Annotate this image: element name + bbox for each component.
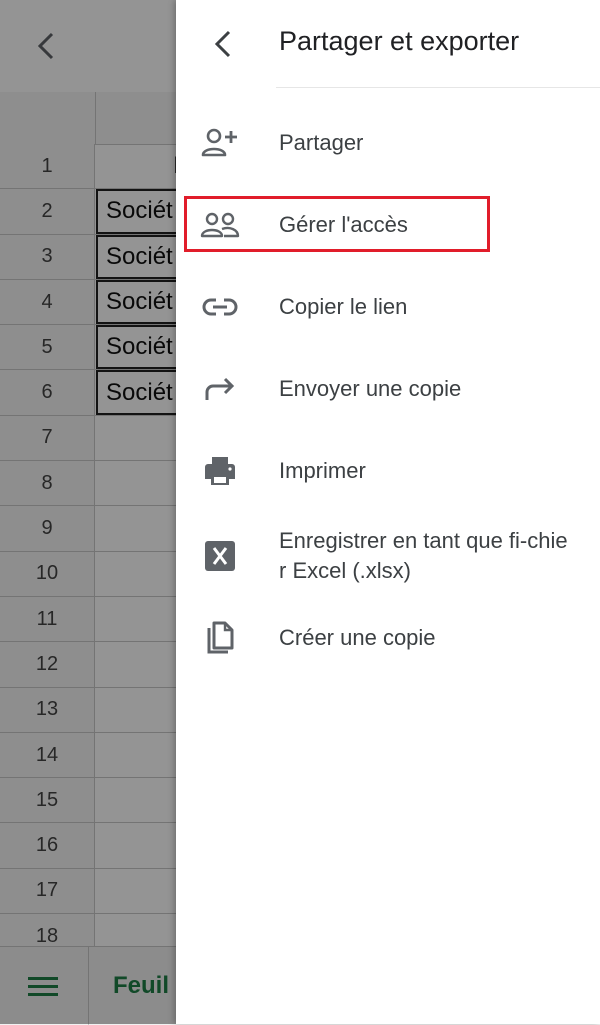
menu-item-copy-link[interactable]: Copier le lien xyxy=(176,275,600,339)
menu-item-save-excel[interactable]: Enregistrer en tant que fi-chier Excel (… xyxy=(176,521,600,591)
menu-item-send-copy[interactable]: Envoyer une copie xyxy=(176,357,600,421)
printer-icon xyxy=(200,451,240,491)
menu-item-label: Partager xyxy=(279,130,364,155)
drawer-header: Partager et exporter xyxy=(176,0,600,88)
forward-arrow-icon xyxy=(200,369,240,409)
copy-icon xyxy=(200,618,240,658)
menu-item-share[interactable]: Partager xyxy=(176,111,600,175)
divider xyxy=(276,87,600,88)
menu-item-label: Envoyer une copie xyxy=(279,376,462,401)
menu-item-label: Enregistrer en tant que fi-chier Excel (… xyxy=(279,528,568,583)
highlight-box xyxy=(184,196,490,252)
drawer-title: Partager et exporter xyxy=(279,26,520,56)
menu-item-label: Imprimer xyxy=(279,458,366,483)
share-export-drawer: Partager et exporter Partager Gérer l'ac… xyxy=(176,0,600,1024)
menu-item-label: Copier le lien xyxy=(279,294,408,319)
menu-item-make-copy[interactable]: Créer une copie xyxy=(176,606,600,670)
link-icon xyxy=(200,287,240,327)
menu-item-print[interactable]: Imprimer xyxy=(176,439,600,503)
menu-item-label: Créer une copie xyxy=(279,625,436,650)
back-arrow-icon[interactable] xyxy=(206,24,240,64)
person-add-icon xyxy=(200,123,240,163)
excel-icon xyxy=(200,536,240,576)
